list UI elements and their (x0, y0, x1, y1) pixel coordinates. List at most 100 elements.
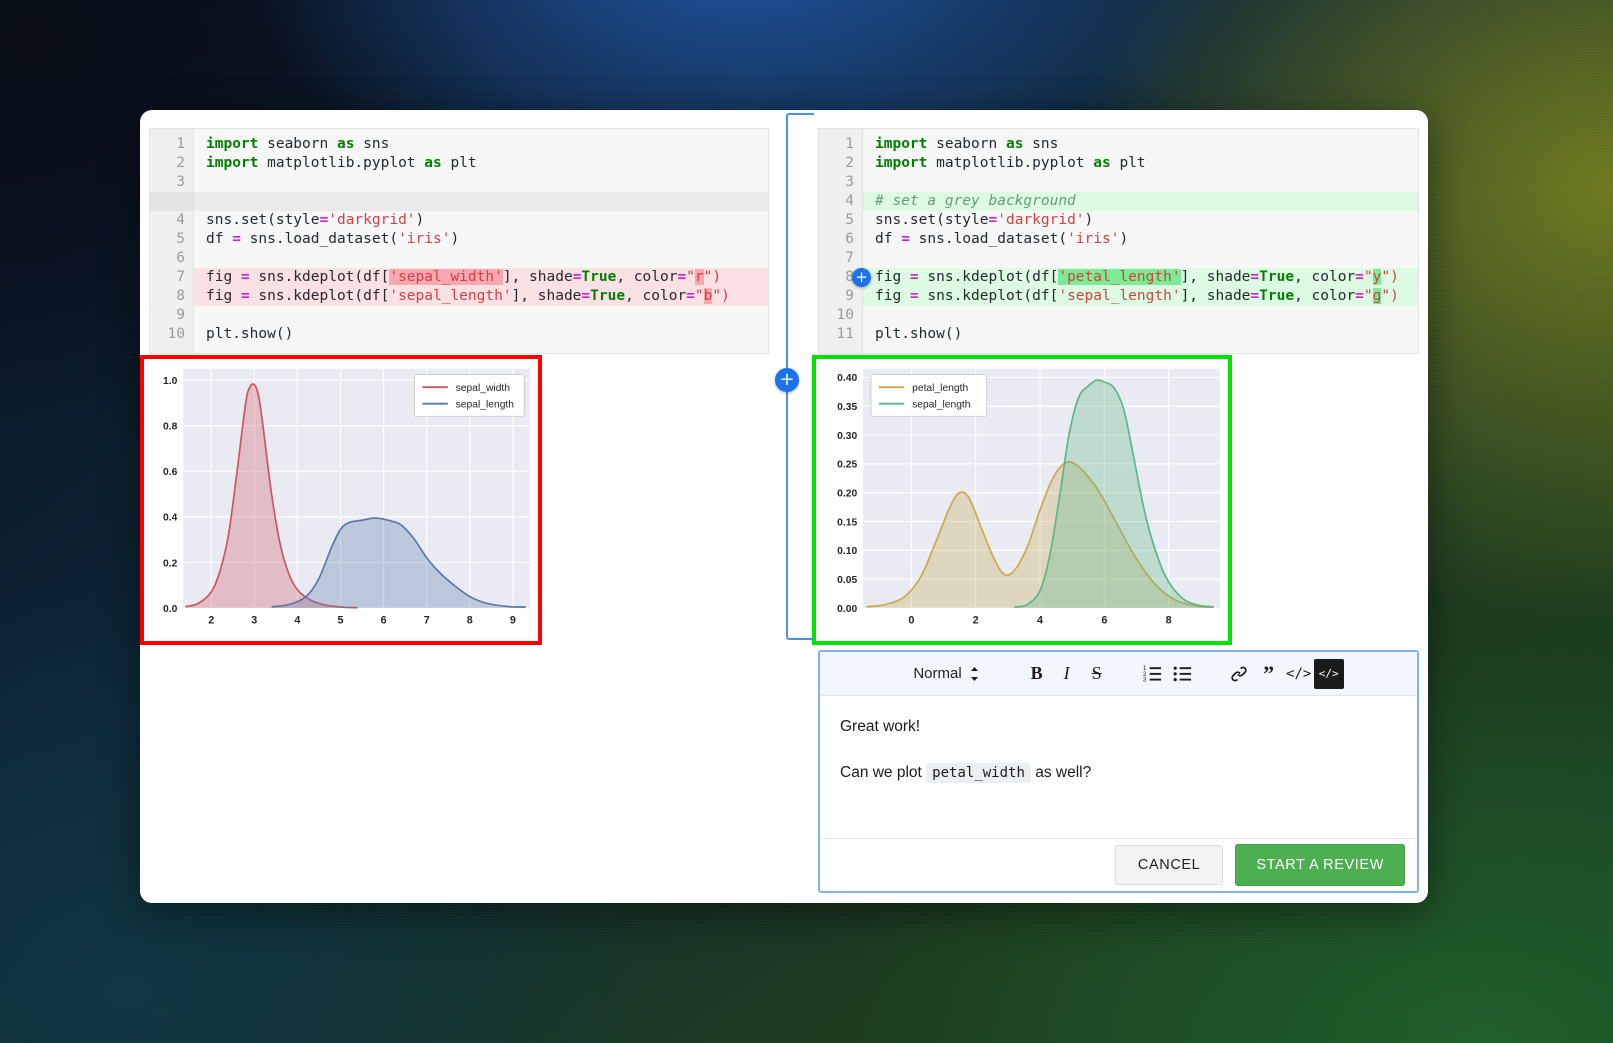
bold-icon[interactable]: B (1022, 659, 1052, 689)
code-line[interactable] (194, 192, 768, 211)
code-block-icon[interactable]: </> (1313, 658, 1344, 689)
code-line[interactable]: fig = sns.kdeplot(df['sepal_width'], sha… (194, 268, 768, 287)
code-token: = (1250, 288, 1260, 304)
code-line[interactable]: plt.show() (863, 325, 1418, 344)
comment-text-before: Can we plot (840, 763, 927, 781)
add-thread-comment-button[interactable]: + (775, 368, 799, 392)
ordered-list-icon[interactable]: 1 2 3 (1138, 659, 1168, 689)
start-a-review-button[interactable]: START A REVIEW (1235, 844, 1405, 886)
code-token: import (875, 155, 928, 171)
comment-text-after: as well? (1030, 763, 1092, 781)
editor-toolbar[interactable]: Normal B I S 1 2 3 ” </> </> (820, 652, 1417, 696)
link-icon[interactable] (1224, 659, 1254, 689)
comment-paragraph-1: Great work! (840, 718, 921, 735)
code-line[interactable]: fig = sns.kdeplot(df['sepal_length'], sh… (194, 287, 768, 306)
code-line[interactable]: sns.set(style='darkgrid') (194, 211, 768, 230)
code-line[interactable] (863, 173, 1418, 192)
code-token: , color (616, 269, 678, 285)
code-token: plt.show() (206, 326, 294, 342)
code-line[interactable]: fig = sns.kdeplot(df['petal_length'], sh… (863, 268, 1418, 287)
line-number: 6 (845, 231, 854, 247)
code-line[interactable]: df = sns.load_dataset('iris') (863, 230, 1418, 249)
inline-code-token: petal_width (926, 762, 1031, 783)
line-number: 1 (845, 136, 854, 152)
code-line[interactable]: plt.show() (194, 325, 768, 344)
code-line[interactable]: import seaborn as sns (863, 135, 1418, 154)
line-number: 3 (176, 174, 185, 190)
code-lines-right[interactable]: import seaborn as sns import matplotlib.p… (863, 129, 1418, 353)
code-token: 'sepal_length' (1058, 288, 1181, 304)
code-token: fig (206, 269, 241, 285)
code-token: True (1259, 288, 1295, 304)
line-number: 5 (176, 231, 185, 247)
svg-text:6: 6 (381, 615, 387, 627)
code-token: = (901, 231, 910, 247)
code-line[interactable] (194, 306, 768, 325)
code-token: sns.set(style (875, 212, 989, 228)
svg-text:5: 5 (338, 615, 344, 627)
code-token: as (1093, 155, 1111, 171)
code-token: sns.kdeplot(df[ (249, 288, 390, 304)
svg-text:7: 7 (424, 615, 430, 627)
code-line[interactable]: sns.set(style='darkgrid') (863, 211, 1418, 230)
code-token: import (875, 136, 928, 152)
code-token: 'iris' (398, 231, 451, 247)
left-kde-plot-svg: 0.0 0.2 0.4 0.6 0.8 1.0 2 3 4 5 6 7 8 9 sepal_widthsep… (163, 368, 531, 627)
svg-text:sepal_width: sepal_width (456, 383, 511, 394)
code-line[interactable]: fig = sns.kdeplot(df['sepal_length'], sh… (863, 287, 1418, 306)
svg-text:8: 8 (467, 615, 473, 627)
code-token: 'petal_length' (1058, 269, 1181, 285)
code-line[interactable]: import matplotlib.pyplot as plt (194, 154, 768, 173)
blockquote-icon[interactable]: ” (1254, 659, 1284, 689)
text-style-dropdown[interactable]: Normal (893, 665, 999, 682)
code-token: = (240, 269, 250, 285)
svg-text:0.40: 0.40 (837, 373, 857, 384)
review-comment-editor[interactable]: Normal B I S 1 2 3 ” </> </> Great work!… (818, 650, 1419, 893)
code-token: = (1355, 269, 1364, 285)
bulleted-list-icon[interactable] (1168, 659, 1198, 689)
line-number: 10 (167, 326, 185, 342)
italic-icon[interactable]: I (1052, 659, 1082, 689)
code-token: sns (354, 136, 390, 152)
line-number: 10 (836, 307, 854, 323)
code-line[interactable] (194, 249, 768, 268)
add-line-comment-button[interactable]: + (852, 268, 871, 287)
svg-text:sepal_length: sepal_length (912, 400, 971, 411)
code-token: fig (206, 288, 241, 304)
code-token: True (590, 288, 626, 304)
code-token: ], shade (1180, 269, 1251, 285)
code-token: # set a grey background (875, 193, 1076, 209)
code-token: , color (1294, 269, 1356, 285)
code-token: sns.load_dataset( (240, 231, 399, 247)
code-line[interactable] (863, 306, 1418, 325)
code-token: , color (625, 288, 687, 304)
svg-text:3: 3 (251, 615, 257, 627)
inline-code-icon[interactable]: </> (1284, 659, 1314, 689)
code-token: True (1259, 269, 1295, 285)
code-line[interactable]: import seaborn as sns (194, 135, 768, 154)
line-number: 9 (845, 288, 854, 304)
code-token: sns.set(style (206, 212, 320, 228)
code-line[interactable]: import matplotlib.pyplot as plt (863, 154, 1418, 173)
code-line[interactable]: # set a grey background (863, 192, 1418, 211)
code-token: = (909, 288, 919, 304)
comment-text-area[interactable]: Great work! Can we plot petal_width as w… (820, 696, 1417, 841)
code-token: seaborn (258, 136, 337, 152)
svg-text:4: 4 (294, 615, 300, 627)
code-token: = (686, 288, 695, 304)
code-line[interactable] (194, 173, 768, 192)
line-number: 4 (176, 212, 185, 228)
cancel-button[interactable]: CANCEL (1114, 845, 1224, 885)
code-lines-left[interactable]: import seaborn as sns import matplotlib.p… (194, 129, 768, 353)
code-line[interactable]: df = sns.load_dataset('iris') (194, 230, 768, 249)
svg-text:0.30: 0.30 (837, 431, 857, 442)
svg-text:0.05: 0.05 (837, 575, 857, 586)
svg-text:6: 6 (1101, 615, 1107, 627)
svg-text:2: 2 (208, 615, 214, 627)
modified-code-panel[interactable]: 1 2 3 4 5 6 7 8 9 10 11 import seaborn as sns impor… (818, 128, 1419, 354)
original-code-panel[interactable]: 1 2 3 4 5 6 7 8 9 10 import seaborn as sns import … (149, 128, 769, 354)
code-line[interactable] (863, 249, 1418, 268)
code-token: sns.kdeplot(df[ (918, 288, 1059, 304)
line-number (150, 192, 193, 211)
strikethrough-icon[interactable]: S (1082, 659, 1112, 689)
